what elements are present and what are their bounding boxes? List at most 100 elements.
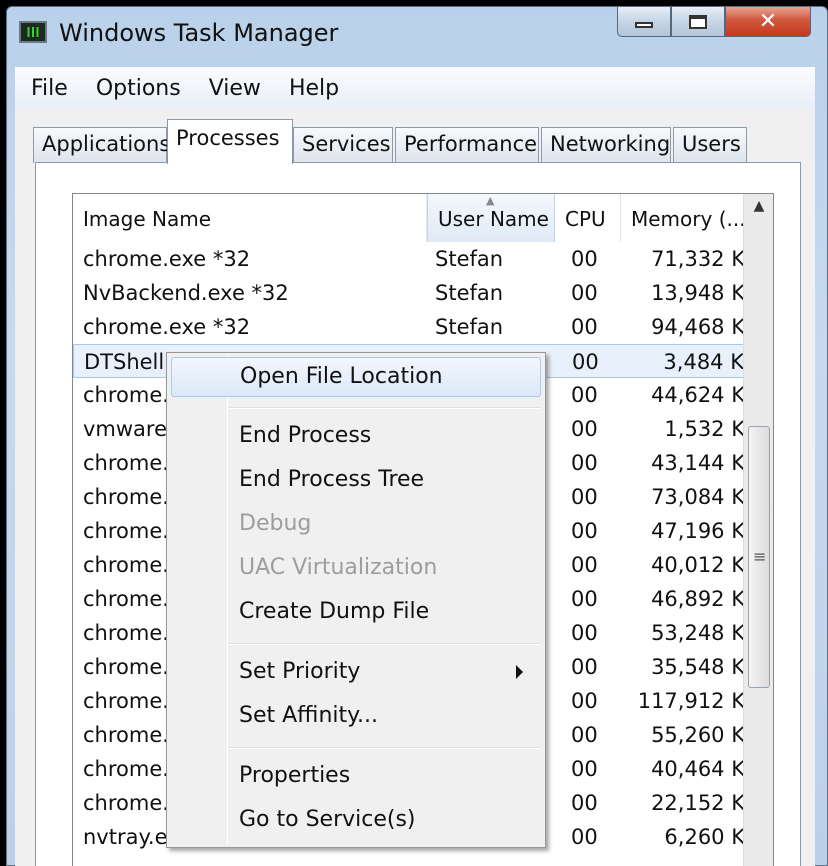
menu-item-label: Debug [239,511,312,536]
tab-processes[interactable]: Processes [167,119,293,164]
tab-applications[interactable]: Applications [33,127,170,163]
cpu-cell: 00 [571,417,598,441]
memory-cell: 6,260 K [664,825,745,849]
scroll-thumb[interactable]: ≡ [748,426,770,688]
memory-cell: 35,548 K [651,655,745,679]
menu-item-label: Go to Service(s) [239,807,416,832]
cpu-cell: 00 [571,553,598,577]
memory-cell: 44,624 K [651,383,745,407]
process-name-cell: chrome.exe *32 [83,315,251,339]
cpu-cell: 00 [571,519,598,543]
tab-networking[interactable]: Networking [541,127,671,163]
process-name-cell: chrome.exe *32 [83,247,251,271]
minimize-icon [635,21,653,28]
column-cpu[interactable]: CPU [555,194,621,242]
cpu-cell: 00 [571,723,598,747]
cpu-cell: 00 [571,451,598,475]
process-name-cell: NvBackend.exe *32 [83,281,289,305]
cpu-cell: 00 [571,587,598,611]
memory-cell: 47,196 K [651,519,745,543]
submenu-arrow-icon [516,665,523,679]
memory-cell: 53,248 K [651,621,745,645]
menu-item-go-to-service-s[interactable]: Go to Service(s) [171,801,541,841]
table-row[interactable]: NvBackend.exe *32 Stefan 00 13,948 K [73,276,745,310]
memory-cell: 1,532 K [664,417,745,441]
tab-services[interactable]: Services [293,127,393,163]
tab-users[interactable]: Users [673,127,747,163]
memory-cell: 22,152 K [651,791,745,815]
menu-view[interactable]: View [209,76,261,101]
column-user-name-label: User Name [438,207,549,231]
scroll-up-icon[interactable]: ▲ [744,198,773,224]
cpu-cell: 00 [572,350,599,374]
menu-bar: File Options View Help [15,67,815,109]
user-name-cell: Stefan [435,315,504,339]
menu-item-uac-virtualization[interactable]: UAC Virtualization [171,549,541,589]
cpu-cell: 00 [571,383,598,407]
memory-cell: 117,912 K [637,689,745,713]
context-menu: Open File Location End Process End Process… [166,352,546,848]
user-name-cell: Stefan [435,247,504,271]
cpu-cell: 00 [571,485,598,509]
tab-performance[interactable]: Performance [395,127,539,163]
menu-item-label: UAC Virtualization [239,555,438,580]
title-bar[interactable]: Windows Task Manager ✕ [7,7,827,59]
memory-cell: 71,332 K [651,247,745,271]
sort-ascending-icon: ▲ [486,194,495,207]
column-image-name[interactable]: Image Name [73,194,427,242]
menu-item-debug[interactable]: Debug [171,505,541,545]
memory-cell: 13,948 K [651,281,745,305]
table-row[interactable]: chrome.exe *32 Stefan 00 94,468 K [73,310,745,344]
task-manager-icon [19,21,47,43]
close-icon: ✕ [758,9,778,34]
menu-item-open-file-location[interactable]: Open File Location [171,357,541,397]
window-controls: ✕ [617,7,811,37]
menu-item-properties[interactable]: Properties [171,757,541,797]
menu-item-set-affinity[interactable]: Set Affinity... [171,697,541,737]
menu-separator [229,643,541,645]
user-name-cell: Stefan [435,281,504,305]
memory-cell: 94,468 K [651,315,745,339]
memory-cell: 73,084 K [651,485,745,509]
window-title: Windows Task Manager [59,19,339,47]
menu-item-label: End Process [239,423,372,448]
cpu-cell: 00 [571,825,598,849]
table-row[interactable]: chrome.exe *32 Stefan 00 71,332 K [73,242,745,276]
menu-item-label: Set Priority [239,659,361,684]
maximize-button[interactable] [671,7,725,37]
cpu-cell: 00 [571,791,598,815]
menu-item-label: End Process Tree [239,467,425,492]
memory-cell: 40,464 K [651,757,745,781]
list-header: Image Name ▲ User Name CPU Memory (... [73,194,746,242]
menu-item-label: Create Dump File [239,599,430,624]
cpu-cell: 00 [571,655,598,679]
memory-cell: 46,892 K [651,587,745,611]
scroll-grip-icon: ≡ [753,547,767,566]
menu-item-end-process-tree[interactable]: End Process Tree [171,461,541,501]
menu-item-label: Set Affinity... [239,703,378,728]
memory-cell: 43,144 K [651,451,745,475]
menu-item-set-priority[interactable]: Set Priority [171,653,541,693]
menu-item-label: Open File Location [240,364,443,389]
menu-item-create-dump-file[interactable]: Create Dump File [171,593,541,633]
cpu-cell: 00 [571,689,598,713]
minimize-button[interactable] [617,7,671,37]
column-user-name[interactable]: ▲ User Name [427,194,555,242]
menu-file[interactable]: File [31,76,68,101]
cpu-cell: 00 [571,315,598,339]
maximize-icon [689,14,707,29]
memory-cell: 3,484 K [663,350,744,374]
menu-separator [229,407,541,409]
cpu-cell: 00 [571,281,598,305]
cpu-cell: 00 [571,247,598,271]
memory-cell: 40,012 K [651,553,745,577]
vertical-scrollbar[interactable]: ▲ ≡ [743,194,773,866]
menu-help[interactable]: Help [289,76,339,101]
menu-separator [229,747,541,749]
menu-options[interactable]: Options [96,76,181,101]
cpu-cell: 00 [571,757,598,781]
menu-item-label: Properties [239,763,351,788]
menu-item-end-process[interactable]: End Process [171,417,541,457]
column-memory[interactable]: Memory (... [621,194,746,242]
close-button[interactable]: ✕ [725,7,811,37]
